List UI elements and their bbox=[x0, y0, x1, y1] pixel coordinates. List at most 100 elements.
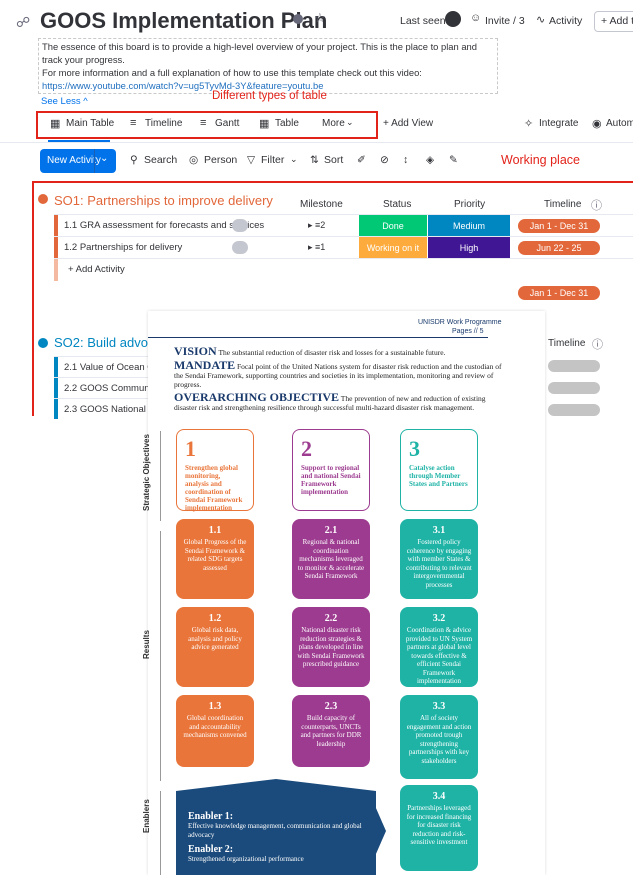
tab-more[interactable]: More bbox=[322, 118, 345, 129]
objective-card-2: 2 Support to regional and national Senda… bbox=[292, 429, 370, 511]
status-cell[interactable]: Working on it bbox=[359, 237, 427, 259]
timeline-cell[interactable] bbox=[548, 404, 600, 416]
annotation-table-types: Different types of table bbox=[212, 90, 327, 102]
info-icon[interactable]: ⓘ bbox=[591, 197, 602, 213]
timeline-icon: ≡ bbox=[130, 117, 137, 129]
work-programme-image: UNISDR Work Programme Pages // 5 VISION … bbox=[142, 311, 545, 875]
invite-button[interactable]: Invite / 3 bbox=[485, 15, 525, 27]
sort-button[interactable]: Sort bbox=[324, 154, 343, 166]
chevron-down-icon[interactable]: ⌄ bbox=[346, 117, 354, 128]
objective-block: OVERARCHING OBJECTIVE The prevention of … bbox=[174, 390, 504, 412]
label-results: Results bbox=[142, 630, 151, 659]
table-row[interactable]: 2.2 GOOS Communic bbox=[54, 377, 156, 398]
add-activity-row[interactable]: + Add Activity bbox=[54, 258, 633, 281]
annotation-box-working-edge bbox=[32, 331, 34, 416]
result-card: 3.1 Fostered policy coherence by engaging… bbox=[400, 519, 478, 599]
result-card: 3.3 All of society engagement and action … bbox=[400, 695, 478, 779]
table-row[interactable]: 2.1 Value of Ocean O bbox=[54, 356, 155, 377]
description-text-2: For more information and a full explanat… bbox=[42, 67, 422, 78]
collapse-group-icon[interactable] bbox=[38, 338, 48, 348]
status-cell[interactable]: Done bbox=[359, 215, 427, 237]
objective-heading: OVERARCHING OBJECTIVE bbox=[174, 390, 340, 404]
timeline-cell[interactable]: Jan 1 - Dec 31 bbox=[518, 219, 600, 233]
edit-icon[interactable]: ✎ bbox=[449, 154, 458, 166]
person-filter-button[interactable]: Person bbox=[204, 154, 237, 166]
automate-icon: ◉ bbox=[592, 118, 602, 130]
result-card: 3.4 Partnerships leveraged for increased … bbox=[400, 785, 478, 871]
person-icon: ◎ bbox=[189, 154, 199, 166]
enabler-2-heading: Enabler 2: bbox=[188, 844, 234, 855]
add-view-button[interactable]: + Add View bbox=[383, 118, 433, 129]
share-icon[interactable]: ☍ bbox=[16, 14, 30, 31]
collapse-group-icon[interactable] bbox=[38, 194, 48, 204]
enabler-1-text: Effective knowledge management, communic… bbox=[188, 822, 362, 839]
group-title[interactable]: SO2: Build advoca bbox=[54, 335, 162, 350]
person-icon: ☺ bbox=[470, 12, 482, 24]
row-name[interactable]: 2.3 GOOS National F bbox=[64, 404, 154, 415]
divider bbox=[160, 531, 161, 781]
add-to-board-button[interactable]: + Add to bbox=[594, 11, 633, 32]
result-card: 2.3 Build capacity of counterparts, UNCTs… bbox=[292, 695, 370, 767]
priority-cell[interactable]: Medium bbox=[428, 215, 510, 237]
integrate-button[interactable]: Integrate bbox=[539, 118, 578, 129]
enabler-2-text: Strengthened organizational performance bbox=[188, 855, 304, 863]
integrate-icon: ✧ bbox=[524, 118, 534, 130]
filter-button[interactable]: Filter bbox=[261, 154, 284, 166]
gantt-icon: ≡ bbox=[200, 117, 207, 129]
subitems-icon[interactable]: ▸ ≡2 bbox=[308, 220, 325, 231]
timeline-cell[interactable] bbox=[548, 382, 600, 394]
see-less-link[interactable]: See Less ^ bbox=[41, 96, 88, 107]
enablers-text: Enabler 1: Effective knowledge managemen… bbox=[188, 811, 368, 864]
star-icon[interactable]: ☆ bbox=[314, 10, 326, 26]
result-card: 2.2 National disaster risk reduction stra… bbox=[292, 607, 370, 687]
tab-timeline[interactable]: Timeline bbox=[145, 118, 182, 129]
sort-icon: ⇅ bbox=[310, 154, 319, 166]
doc-header: UNISDR Work Programme bbox=[418, 319, 502, 326]
tab-table[interactable]: Table bbox=[275, 118, 299, 129]
table-row[interactable]: 1.1 GRA assessment for forecasts and ser… bbox=[54, 214, 633, 237]
result-card: 3.2 Coordination & advice provided to UN … bbox=[400, 607, 478, 687]
col-milestone[interactable]: Milestone bbox=[300, 199, 343, 210]
chevron-down-icon[interactable]: ⌄ bbox=[290, 154, 298, 165]
doc-rule bbox=[148, 337, 488, 338]
search-button[interactable]: Search bbox=[144, 154, 177, 166]
last-seen-label[interactable]: Last seen bbox=[400, 15, 446, 27]
subitems-icon[interactable]: ▸ ≡1 bbox=[308, 242, 325, 253]
updates-icon[interactable] bbox=[232, 241, 248, 254]
add-activity-button[interactable]: + Add Activity bbox=[68, 264, 125, 275]
info-icon[interactable]: ⓘ bbox=[592, 336, 603, 352]
updates-icon[interactable] bbox=[232, 219, 248, 232]
row-name[interactable]: 1.2 Partnerships for delivery bbox=[64, 242, 182, 253]
col-timeline[interactable]: Timeline bbox=[548, 338, 585, 349]
hide-icon[interactable]: ⊘ bbox=[380, 154, 389, 166]
col-status[interactable]: Status bbox=[383, 199, 411, 210]
timeline-cell[interactable] bbox=[548, 360, 600, 372]
pin-icon[interactable]: ✐ bbox=[357, 154, 366, 166]
table-row[interactable]: 2.3 GOOS National F bbox=[54, 398, 154, 419]
group-title[interactable]: SO1: Partnerships to improve delivery bbox=[54, 193, 273, 208]
priority-cell[interactable]: High bbox=[428, 237, 510, 259]
timeline-cell[interactable]: Jun 22 - 25 bbox=[518, 241, 600, 255]
color-icon[interactable]: ◈ bbox=[426, 154, 434, 166]
automate-button[interactable]: Autom bbox=[606, 118, 633, 129]
board-description[interactable]: The essence of this board is to provide … bbox=[38, 38, 498, 94]
avatar[interactable] bbox=[445, 11, 461, 27]
search-icon: ⚲ bbox=[130, 154, 138, 166]
board-title[interactable]: GOOS Implementation Plan bbox=[40, 8, 327, 34]
label-enablers: Enablers bbox=[142, 799, 151, 833]
table-row[interactable]: 1.2 Partnerships for delivery ▸ ≡1 Worki… bbox=[54, 236, 633, 259]
chevron-down-icon[interactable]: ⌄ bbox=[100, 153, 108, 164]
activity-button[interactable]: Activity bbox=[549, 15, 582, 27]
new-activity-button[interactable]: New Activity ⌄ bbox=[40, 149, 116, 173]
col-priority[interactable]: Priority bbox=[454, 199, 485, 210]
new-activity-label: New Activity bbox=[47, 155, 101, 166]
result-card: 1.3 Global coordination and accountabilit… bbox=[176, 695, 254, 767]
table-icon: ▦ bbox=[50, 118, 61, 130]
tab-main-table[interactable]: Main Table bbox=[66, 118, 114, 129]
col-timeline[interactable]: Timeline bbox=[544, 199, 581, 210]
row-height-icon[interactable]: ↕ bbox=[403, 154, 408, 166]
tab-gantt[interactable]: Gantt bbox=[215, 118, 239, 129]
row-name[interactable]: 2.2 GOOS Communic bbox=[64, 383, 156, 394]
row-name[interactable]: 2.1 Value of Ocean O bbox=[64, 362, 155, 373]
info-icon[interactable] bbox=[293, 14, 303, 24]
